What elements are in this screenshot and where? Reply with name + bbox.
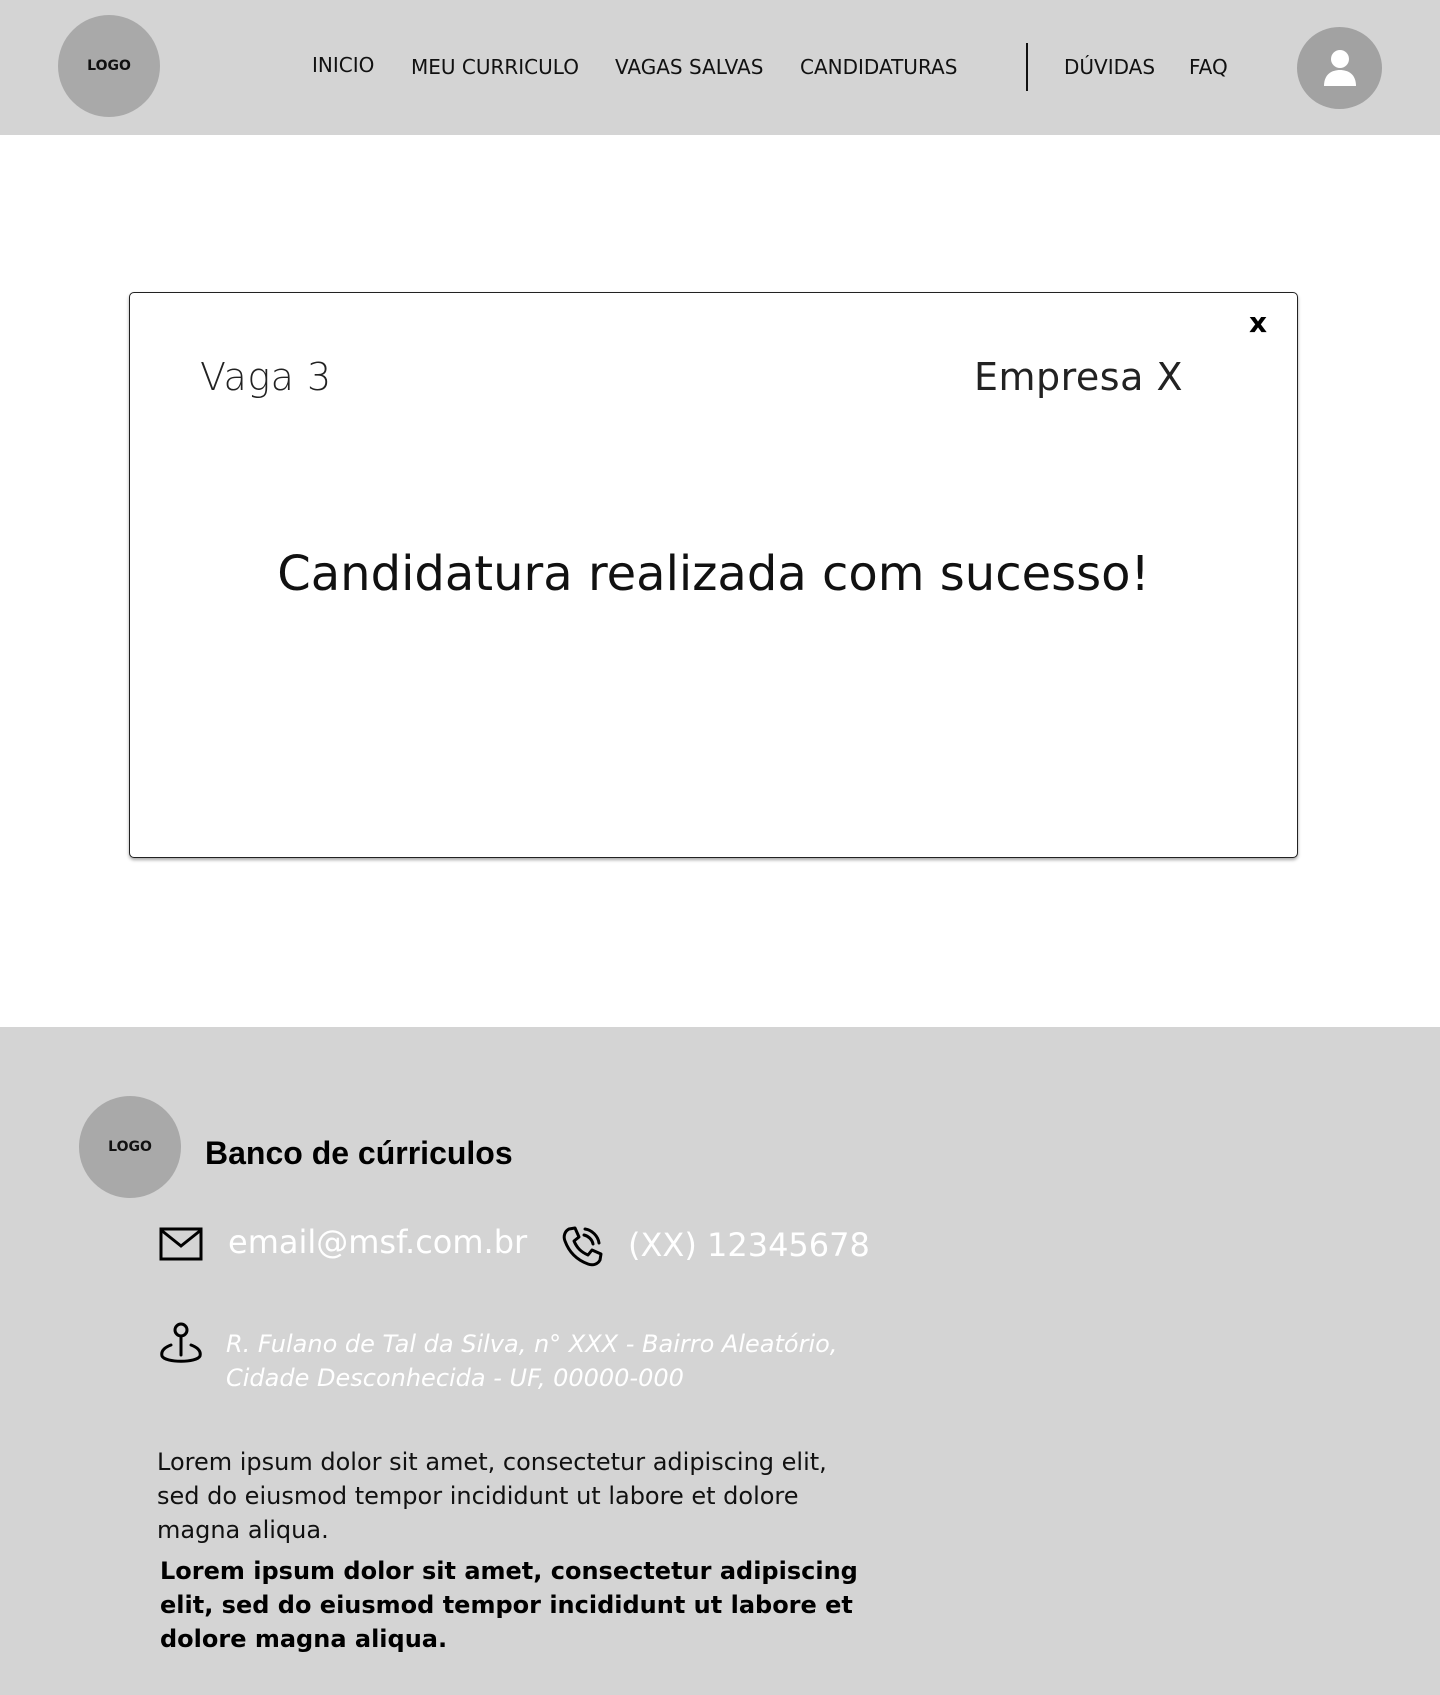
location-pin-icon [160, 1322, 202, 1363]
footer-description-bold: Lorem ipsum dolor sit amet, consectetur … [160, 1557, 858, 1653]
close-button[interactable]: x [1249, 309, 1267, 337]
nav-divider [1026, 43, 1028, 91]
footer-address: R. Fulano de Tal da Silva, n° XXX - Bair… [226, 1327, 846, 1395]
header-logo[interactable]: LOGO [58, 15, 160, 117]
nav-item-candidaturas[interactable]: CANDIDATURAS [800, 55, 957, 79]
application-success-modal: x Vaga 3 Empresa X Candidatura realizada… [129, 292, 1298, 858]
footer-logo[interactable]: LOGO [79, 1096, 181, 1198]
user-icon [1323, 50, 1356, 86]
footer-brand-name: Banco de cúrriculos [205, 1135, 513, 1171]
site-footer: LOGO Banco de cúrriculos email@msf.com.b… [0, 1027, 1440, 1695]
nav-item-meu-curriculo[interactable]: MEU CURRICULO [411, 55, 579, 79]
nav-item-inicio[interactable]: INICIO [312, 53, 374, 77]
logo-text: LOGO [108, 1139, 152, 1155]
job-title: Vaga 3 [200, 355, 332, 399]
footer-description: Lorem ipsum dolor sit amet, consectetur … [157, 1448, 827, 1544]
company-name: Empresa X [973, 355, 1183, 399]
footer-phone-link[interactable]: (XX) 12345678 [628, 1226, 870, 1264]
phone-icon [562, 1226, 603, 1267]
nav-item-duvidas[interactable]: DÚVIDAS [1064, 55, 1155, 79]
mail-icon [159, 1227, 203, 1261]
footer-email-link[interactable]: email@msf.com.br [228, 1223, 527, 1261]
site-header: LOGO INICIO MEU CURRICULO VAGAS SALVAS C… [0, 0, 1440, 135]
address-line-1: R. Fulano de Tal da Silva, n° XXX - Bair… [226, 1330, 838, 1358]
user-avatar-button[interactable] [1297, 27, 1382, 109]
address-line-2: Cidade Desconhecida - UF, 00000-000 [226, 1364, 684, 1392]
logo-text: LOGO [87, 58, 131, 74]
success-message: Candidatura realizada com sucesso! [277, 546, 1150, 602]
nav-item-vagas-salvas[interactable]: VAGAS SALVAS [615, 55, 763, 79]
nav-item-faq[interactable]: FAQ [1189, 55, 1228, 79]
